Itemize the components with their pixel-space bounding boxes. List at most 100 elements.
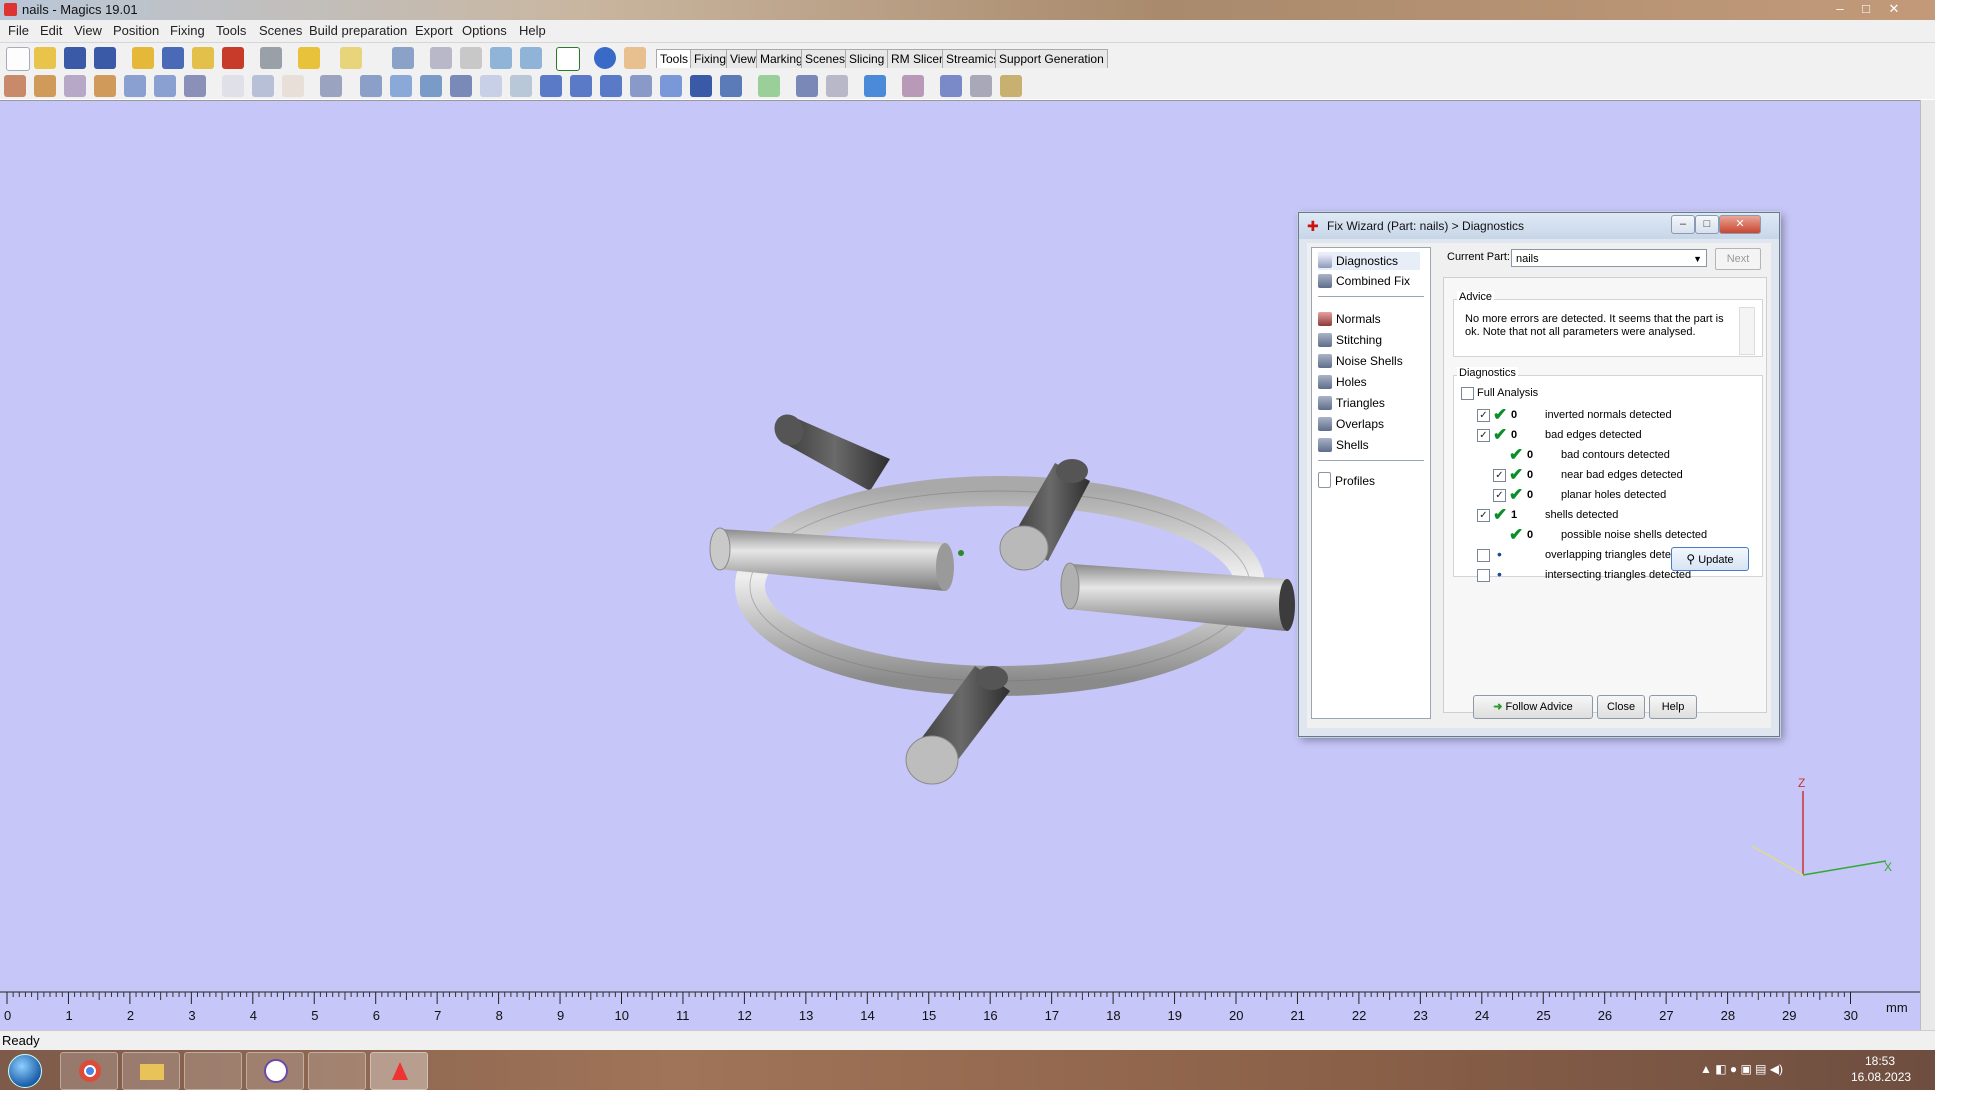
tab-slicing[interactable]: Slicing xyxy=(845,49,889,68)
paste-icon[interactable] xyxy=(282,75,304,97)
menu-edit[interactable]: Edit xyxy=(40,23,62,38)
menu-build-preparation[interactable]: Build preparation xyxy=(309,23,407,38)
nav-overlaps[interactable]: Overlaps xyxy=(1318,415,1384,433)
wireframe-icon[interactable] xyxy=(720,75,742,97)
undo-icon[interactable] xyxy=(298,47,320,69)
nav-stitching[interactable]: Stitching xyxy=(1318,331,1382,349)
part-info-icon[interactable] xyxy=(390,75,412,97)
mirror-icon[interactable] xyxy=(154,75,176,97)
shell-icon[interactable] xyxy=(480,75,502,97)
nav-noise-shells[interactable]: Noise Shells xyxy=(1318,352,1403,370)
diagnostic-checkbox[interactable]: ✓ xyxy=(1477,429,1490,442)
tab-support-generation[interactable]: Support Generation xyxy=(995,49,1108,68)
nav-profiles[interactable]: Profiles xyxy=(1318,472,1375,490)
rotate-icon[interactable] xyxy=(64,75,86,97)
label-icon[interactable] xyxy=(864,75,886,97)
rotate-view-icon[interactable] xyxy=(430,47,452,69)
tab-tools[interactable]: Tools xyxy=(656,49,693,68)
measure-icon[interactable] xyxy=(360,75,382,97)
split-icon[interactable] xyxy=(796,75,818,97)
menu-file[interactable]: File xyxy=(8,23,29,38)
properties-icon[interactable] xyxy=(320,75,342,97)
report-icon[interactable] xyxy=(902,75,924,97)
menu-export[interactable]: Export xyxy=(415,23,453,38)
boolean-icon[interactable] xyxy=(510,75,532,97)
close-button[interactable]: Close xyxy=(1597,695,1645,719)
select-icon[interactable] xyxy=(392,47,414,69)
nesting-icon[interactable] xyxy=(940,75,962,97)
close-window-button[interactable]: ✕ xyxy=(1882,0,1906,18)
pan-icon[interactable] xyxy=(460,47,482,69)
save-as-icon[interactable] xyxy=(94,47,116,69)
nav-holes[interactable]: Holes xyxy=(1318,373,1367,391)
update-button[interactable]: ⚲ Update xyxy=(1671,547,1749,571)
help-button[interactable]: Help xyxy=(1649,695,1697,719)
save-icon[interactable] xyxy=(64,47,86,69)
diagnostic-checkbox[interactable]: ✓ xyxy=(1477,509,1490,522)
nav-triangles[interactable]: Triangles xyxy=(1318,394,1385,412)
copy-icon[interactable] xyxy=(252,75,274,97)
hollow-icon[interactable] xyxy=(420,75,442,97)
sinterbox-icon[interactable] xyxy=(1000,75,1022,97)
clock-time[interactable]: 18:53 xyxy=(1865,1054,1895,1068)
sphere-icon[interactable] xyxy=(600,75,622,97)
nav-normals[interactable]: Normals xyxy=(1318,310,1381,328)
offset-icon[interactable] xyxy=(450,75,472,97)
solid-view-icon[interactable] xyxy=(690,75,712,97)
follow-advice-button[interactable]: ➜ Follow Advice xyxy=(1473,695,1593,719)
texture-icon[interactable] xyxy=(826,75,848,97)
open-folder-icon[interactable] xyxy=(34,47,56,69)
perforator-icon[interactable] xyxy=(660,75,682,97)
menu-fixing[interactable]: Fixing xyxy=(170,23,205,38)
clock-date[interactable]: 16.08.2023 xyxy=(1851,1070,1911,1084)
rotate-part-icon[interactable] xyxy=(94,75,116,97)
translate-icon[interactable] xyxy=(4,75,26,97)
diagnostic-checkbox[interactable]: ✓ xyxy=(1493,489,1506,502)
move-icon[interactable] xyxy=(34,75,56,97)
new-file-icon[interactable] xyxy=(6,47,30,71)
rescale-icon[interactable] xyxy=(124,75,146,97)
menu-tools[interactable]: Tools xyxy=(216,23,246,38)
save-part-as-icon[interactable] xyxy=(192,47,214,69)
nav-diagnostics[interactable]: Diagnostics xyxy=(1318,252,1420,270)
redo-icon[interactable] xyxy=(340,47,362,69)
wrap-icon[interactable] xyxy=(970,75,992,97)
import-part-icon[interactable] xyxy=(132,47,154,69)
diagnostic-checkbox[interactable] xyxy=(1477,549,1490,562)
diagnostic-checkbox[interactable] xyxy=(1477,569,1490,582)
maximize-button[interactable]: □ xyxy=(1854,0,1878,18)
tab-fixing[interactable]: Fixing xyxy=(690,49,731,68)
menu-options[interactable]: Options xyxy=(462,23,507,38)
nav-shells[interactable]: Shells xyxy=(1318,436,1369,454)
menu-position[interactable]: Position xyxy=(113,23,159,38)
tab-marking[interactable]: Marking xyxy=(756,49,807,68)
whats-this-icon[interactable] xyxy=(624,47,646,69)
menu-scenes[interactable]: Scenes xyxy=(259,23,302,38)
paint-icon[interactable] xyxy=(184,1052,242,1090)
menu-help[interactable]: Help xyxy=(519,23,546,38)
cad-icon[interactable] xyxy=(308,1052,366,1090)
dialog-minimize-button[interactable]: – xyxy=(1671,215,1695,234)
diagnostic-checkbox[interactable]: ✓ xyxy=(1493,469,1506,482)
cut-icon[interactable] xyxy=(222,75,244,97)
zoom-window-icon[interactable] xyxy=(520,47,542,69)
dialog-close-button[interactable]: ✕ xyxy=(1719,215,1761,234)
next-button[interactable]: Next xyxy=(1715,248,1761,270)
tab-scenes[interactable]: Scenes xyxy=(801,49,850,68)
menu-view[interactable]: View xyxy=(74,23,102,38)
current-part-dropdown[interactable]: nails ▼ xyxy=(1511,249,1707,267)
check-icon[interactable] xyxy=(556,47,580,71)
unload-part-icon[interactable] xyxy=(222,47,244,69)
box-icon[interactable] xyxy=(540,75,562,97)
duplicate-icon[interactable] xyxy=(184,75,206,97)
nav-combined-fix[interactable]: Combined Fix xyxy=(1318,272,1410,290)
save-part-icon[interactable] xyxy=(162,47,184,69)
tab-rm-slicer[interactable]: RM Slicer xyxy=(887,49,948,68)
viewport-scrollbar[interactable] xyxy=(1920,100,1936,1030)
dialog-title-bar[interactable]: ✚ Fix Wizard (Part: nails) > Diagnostics… xyxy=(1299,213,1779,239)
minimize-button[interactable]: – xyxy=(1828,0,1852,18)
full-analysis-row[interactable]: Full Analysis xyxy=(1461,385,1661,401)
diagnostic-checkbox[interactable]: ✓ xyxy=(1477,409,1490,422)
start-button[interactable] xyxy=(8,1054,42,1088)
full-analysis-checkbox[interactable] xyxy=(1461,387,1474,400)
